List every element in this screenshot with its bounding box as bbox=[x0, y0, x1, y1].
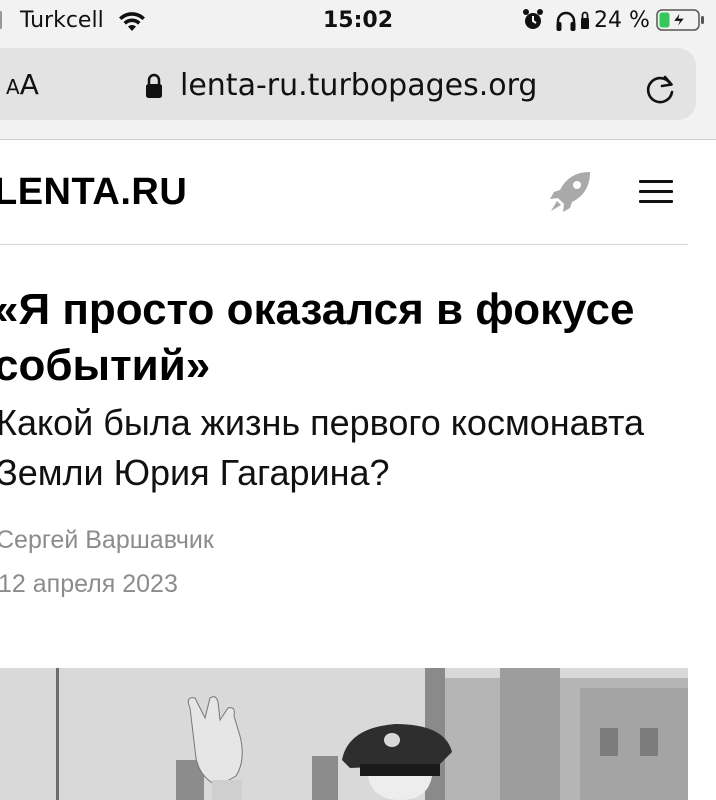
address-bar[interactable]: AA lenta-ru.turbopages.org bbox=[0, 48, 696, 120]
photo-illustration bbox=[0, 668, 688, 800]
article-author[interactable]: Сергей Варшавчик bbox=[0, 526, 214, 555]
site-logo[interactable]: LENTA.RU bbox=[0, 171, 187, 214]
rotation-lock-icon bbox=[581, 11, 589, 29]
site-header: LENTA.RU bbox=[0, 141, 688, 245]
rocket-icon[interactable] bbox=[546, 168, 594, 216]
url-text[interactable]: lenta-ru.turbopages.org bbox=[180, 68, 537, 103]
article-date: 12 апреля 2023 bbox=[0, 570, 178, 598]
lock-icon bbox=[146, 73, 162, 98]
menu-icon[interactable] bbox=[639, 180, 673, 204]
headphones-icon bbox=[556, 11, 576, 31]
alarm-clock-icon bbox=[523, 9, 543, 29]
article-headline: «Я просто оказался в фокусе событий» bbox=[0, 285, 635, 390]
status-bar: Turkcell 15:02 24 % bbox=[0, 0, 716, 40]
reload-icon[interactable] bbox=[644, 72, 678, 106]
text-size-button[interactable]: AA bbox=[6, 68, 39, 101]
battery-percentage: 24 % bbox=[594, 8, 650, 33]
browser-toolbar: AA lenta-ru.turbopages.org bbox=[0, 40, 716, 140]
article-photo bbox=[0, 668, 688, 800]
article-subheadline: Какой была жизнь первого космонавта Земл… bbox=[0, 402, 645, 493]
battery-charging-icon bbox=[656, 9, 704, 31]
